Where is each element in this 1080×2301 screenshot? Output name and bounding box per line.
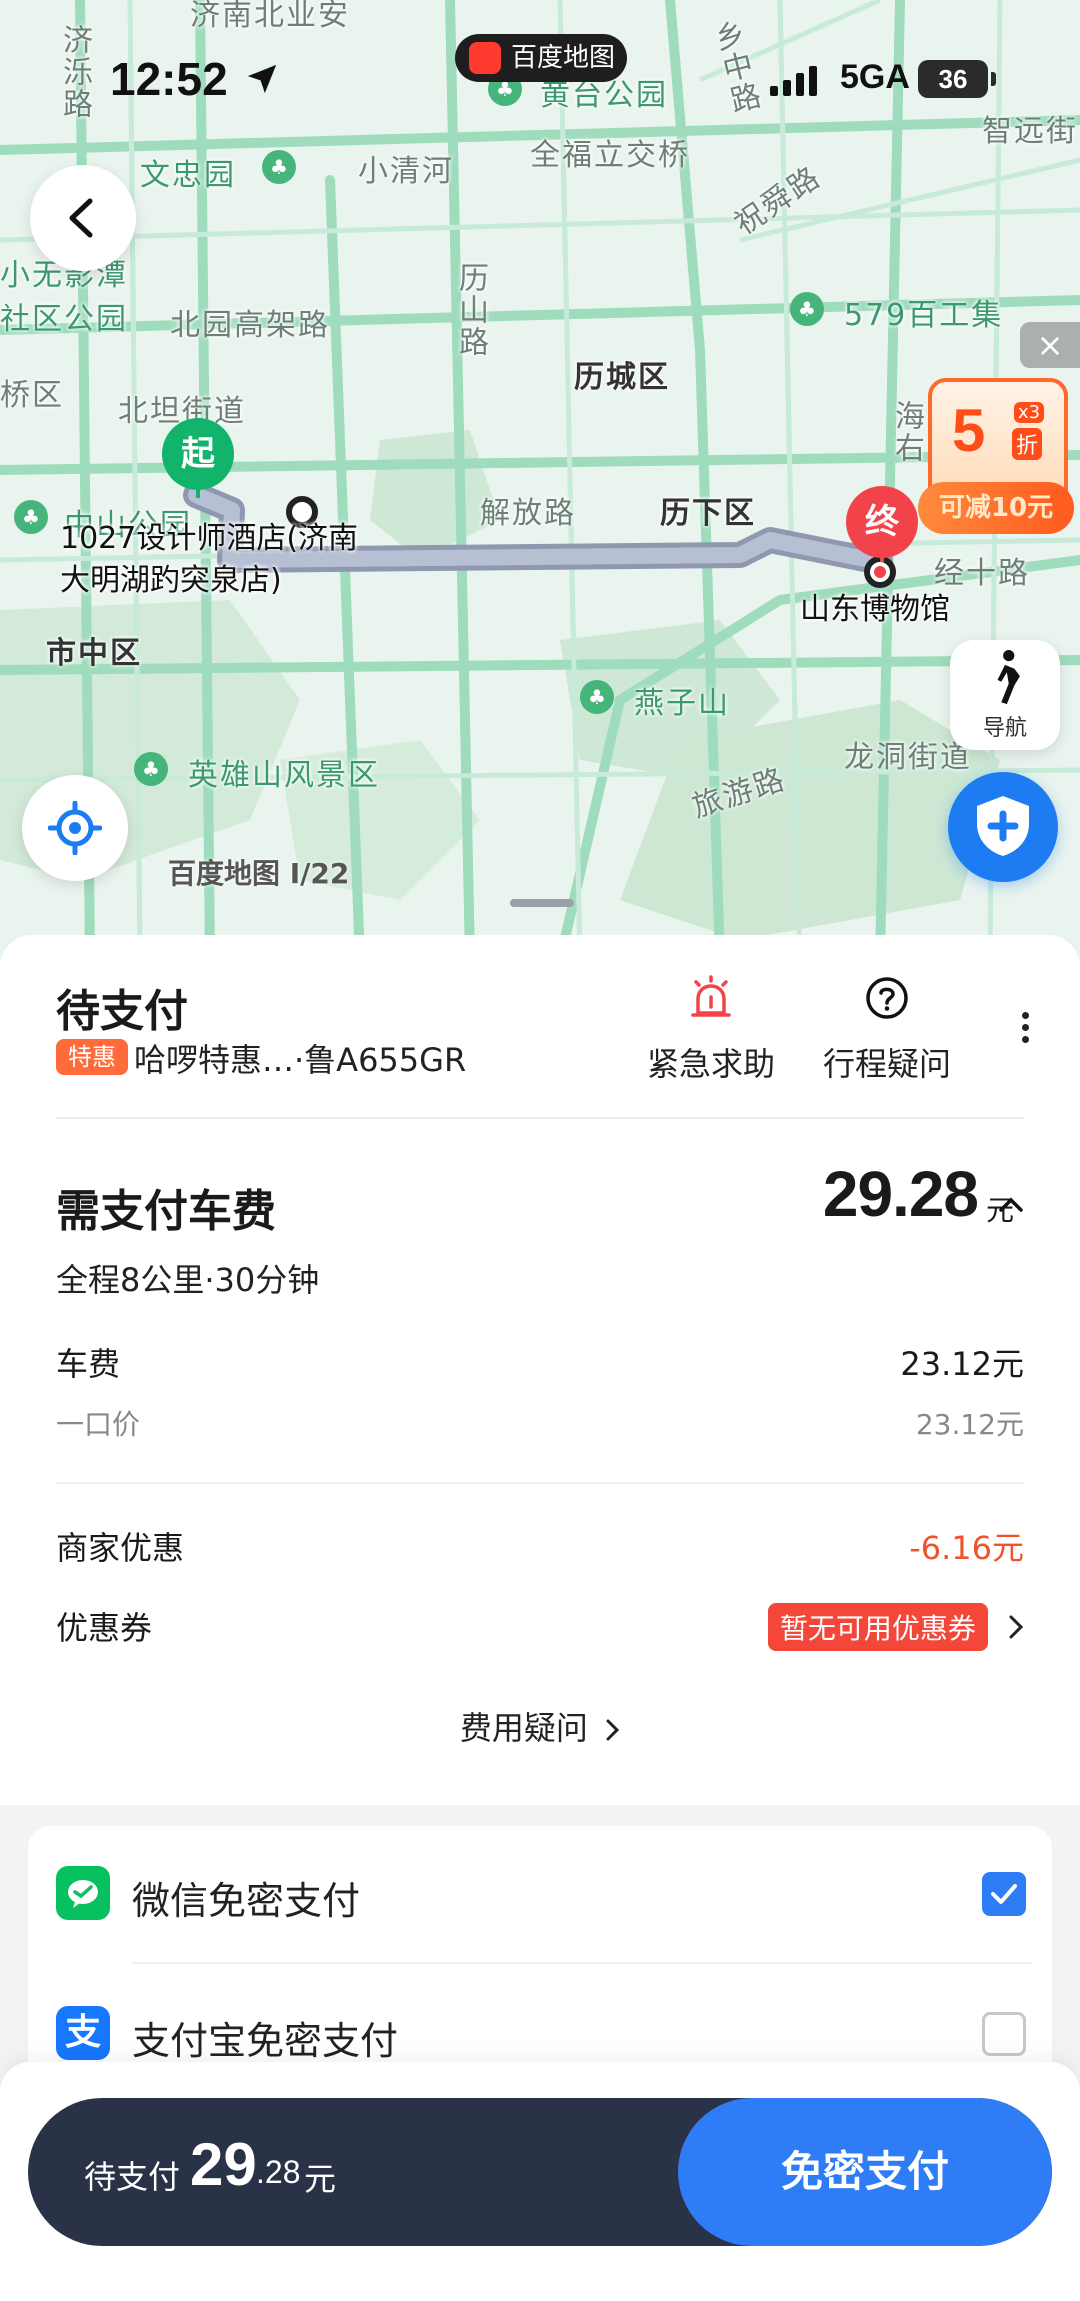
map-label: 小清河	[358, 154, 454, 189]
chevron-left-icon	[69, 198, 93, 238]
end-pin: 终	[846, 486, 918, 558]
map-label: 文忠园	[140, 158, 236, 193]
merchant-discount-label: 商家优惠	[56, 1529, 185, 1567]
park-icon: ♣	[262, 150, 296, 184]
fee-title: 需支付车费	[56, 1186, 276, 1237]
bottom-pay-bar: 待支付 29 .28 元 免密支付	[0, 2062, 1080, 2301]
app-logo-icon	[469, 42, 501, 74]
promo-subtext[interactable]: 可减10元	[918, 482, 1074, 534]
district-label: 历下区	[660, 496, 756, 531]
end-place-label[interactable]: 山东博物馆	[800, 584, 950, 628]
fee-question-label: 费用疑问	[459, 1709, 588, 1747]
start-pin: 起	[162, 418, 234, 490]
map-label: 海右	[889, 400, 924, 464]
map-label: 燕子山	[634, 686, 730, 721]
promo-discount: 5	[952, 397, 986, 464]
fee-amount: 29.28	[822, 1158, 979, 1230]
app-name: 百度地图	[511, 43, 616, 73]
alipay-label: 支付宝免密支付	[132, 2019, 399, 2063]
payment-option-wechat[interactable]: 微信免密支付	[28, 1826, 1052, 1966]
alarm-siren-icon	[691, 975, 731, 1017]
promo-multiplier: x3	[1014, 402, 1045, 423]
order-sheet: 待支付 特惠 哈啰特惠…·鲁A655GR 紧急求助 行程疑问 需支付车费 29.…	[0, 899, 1080, 1805]
battery-icon: 36	[918, 60, 996, 98]
park-icon: ♣	[134, 752, 168, 786]
trip-question-button[interactable]: 行程疑问	[812, 975, 962, 1085]
walk-navigation-label: 导航	[982, 716, 1027, 741]
discount-tag: 特惠	[56, 1039, 128, 1075]
status-bar: 12:52 百度地图 5GA 36	[0, 0, 1080, 150]
map-label: 579百工集	[844, 298, 1004, 333]
map-label: 解放路	[480, 496, 576, 531]
check-icon	[991, 1884, 1017, 1904]
order-status: 待支付	[56, 986, 188, 1037]
coupon-row[interactable]: 优惠券 暂无可用优惠券	[56, 1603, 1024, 1651]
wechat-pay-checkbox[interactable]	[982, 1872, 1026, 1916]
park-icon: ♣	[14, 500, 48, 534]
map-view[interactable]: 济南北业安 济泺路 ♣ 文忠园 小清河 ♣ 黄台公园 全福立交桥 北园高架路 历…	[0, 0, 1080, 960]
map-label: 英雄山风景区	[188, 758, 380, 793]
sheet-handle[interactable]	[510, 899, 574, 907]
district-label: 历城区	[574, 360, 670, 395]
trip-distance-time: 全程8公里·30分钟	[56, 1261, 320, 1299]
no-coupon-badge: 暂无可用优惠券	[767, 1603, 988, 1651]
sos-button[interactable]: 紧急求助	[636, 975, 786, 1085]
park-icon: ♣	[580, 680, 614, 714]
question-circle-icon	[866, 977, 908, 1019]
divider	[56, 1117, 1024, 1119]
more-options-button[interactable]	[1010, 1007, 1040, 1067]
walk-navigation-button[interactable]: 导航	[950, 640, 1060, 750]
divider	[132, 1962, 1032, 1964]
district-label: 市中区	[46, 636, 142, 671]
wechat-pay-icon	[56, 1866, 110, 1920]
pay-summary-bar: 待支付 29 .28 元 免密支付	[28, 2098, 1052, 2246]
map-label: 历山路	[453, 262, 488, 358]
wechat-pay-label: 微信免密支付	[132, 1879, 361, 1923]
promo-unit: 折	[1012, 428, 1043, 460]
divider	[56, 1482, 1024, 1484]
pay-amount-unit: 元	[304, 2160, 337, 2198]
pay-amount-integer: 29	[190, 2131, 257, 2198]
park-icon: ♣	[790, 292, 824, 326]
location-arrow-icon	[247, 64, 277, 94]
merchant-discount-value: -6.16元	[909, 1529, 1024, 1567]
safety-shield-button[interactable]	[948, 772, 1058, 882]
car-fee-label: 车费	[56, 1345, 121, 1383]
car-info: 哈啰特惠…·鲁A655GR	[134, 1041, 467, 1079]
chevron-right-icon	[606, 1719, 620, 1741]
map-brand-watermark: 百度地图 I/22	[168, 857, 350, 890]
chevron-right-icon	[1009, 1615, 1024, 1639]
trip-question-label: 行程疑问	[822, 1045, 951, 1083]
chevron-up-icon[interactable]	[998, 1195, 1024, 1213]
map-label: 北园高架路	[170, 308, 330, 343]
map-label: 桥区	[0, 378, 64, 413]
status-time: 12:52	[110, 53, 228, 105]
app-indicator: 百度地图	[455, 34, 627, 82]
alipay-icon: 支	[56, 2006, 110, 2060]
coupon-label: 优惠券	[56, 1609, 153, 1647]
signal-icon	[770, 66, 817, 96]
alipay-checkbox[interactable]	[982, 2012, 1026, 2056]
close-promo-button[interactable]: ×	[1020, 322, 1080, 368]
car-fee-value: 23.12元	[900, 1345, 1024, 1383]
sos-label: 紧急求助	[646, 1045, 775, 1083]
fee-question-link[interactable]: 费用疑问	[0, 1703, 1080, 1749]
back-button[interactable]	[30, 165, 136, 271]
pay-amount-decimal: .28	[256, 2154, 301, 2190]
shield-plus-icon	[977, 796, 1029, 856]
locate-me-button[interactable]	[22, 775, 128, 881]
walking-person-icon	[997, 650, 1020, 705]
fixed-price-value: 23.12元	[915, 1408, 1024, 1441]
network-type: 5GA	[840, 58, 910, 96]
start-place-label[interactable]: 1027设计师酒店(济南大明湖趵突泉店)	[60, 518, 360, 602]
crosshair-icon	[48, 801, 102, 855]
pay-now-button[interactable]: 免密支付	[678, 2098, 1052, 2246]
pay-summary-label: 待支付	[84, 2158, 181, 2196]
fixed-price-label: 一口价	[56, 1408, 141, 1441]
